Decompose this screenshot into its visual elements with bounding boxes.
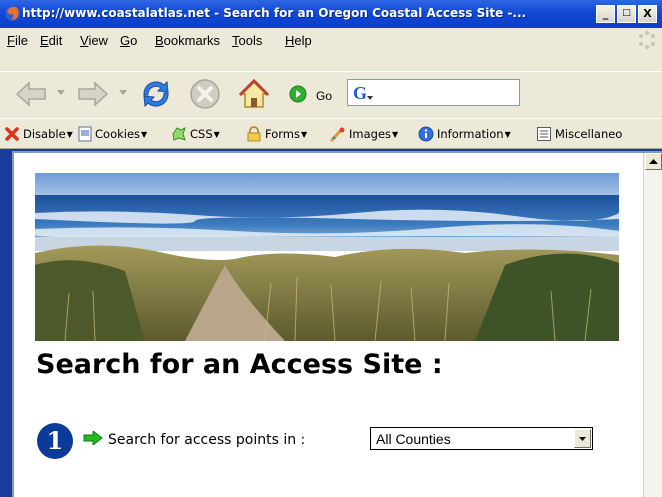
navigation-toolbar: Go G [0, 71, 662, 118]
county-select[interactable]: All Counties [370, 427, 593, 450]
chevron-down-icon [579, 437, 586, 441]
css-icon [172, 127, 186, 141]
minimize-button[interactable]: _ [596, 5, 615, 23]
misc-icon [537, 127, 551, 141]
scroll-up-button[interactable] [645, 153, 662, 170]
page-title: Search for an Access Site : [36, 349, 443, 380]
forward-dropdown-icon[interactable] [119, 90, 127, 96]
disable-menu[interactable]: Disable▼ [4, 126, 73, 144]
go-icon[interactable] [289, 85, 307, 103]
home-icon[interactable] [237, 77, 271, 111]
window-title: http://www.coastalatlas.net - Search for… [22, 6, 527, 20]
cookie-icon [78, 126, 92, 142]
scroll-up-arrow-icon [649, 159, 658, 164]
css-menu[interactable]: CSS▼ [171, 126, 220, 144]
images-icon [330, 127, 345, 142]
miscellaneous-menu[interactable]: Miscellaneo [536, 126, 622, 144]
go-label[interactable]: Go [316, 89, 332, 103]
reload-icon[interactable] [138, 77, 174, 111]
dropdown-button[interactable] [574, 429, 591, 448]
throbber-icon [639, 31, 655, 49]
lock-icon [247, 126, 261, 142]
menu-bar: File Edit View Go Bookmarks Tools Help [0, 28, 662, 71]
search-label: Search for access points in : [108, 432, 306, 448]
coastal-beach-photo [35, 173, 619, 341]
step-number-badge: 1 [37, 423, 73, 459]
developer-toolbar: Disable▼ Cookies▼ CSS▼ Forms▼ Images▼ In… [0, 118, 662, 149]
menu-go[interactable]: Go [120, 33, 137, 48]
google-search-input[interactable]: G [347, 79, 520, 106]
back-arrow-icon[interactable] [14, 79, 48, 109]
svg-text:G: G [353, 84, 367, 102]
menu-bookmarks[interactable]: Bookmarks [155, 33, 220, 48]
county-select-value: All Counties [376, 431, 451, 447]
back-dropdown-icon[interactable] [57, 90, 65, 96]
firefox-icon [5, 6, 20, 21]
menu-edit[interactable]: Edit [40, 33, 62, 48]
forms-menu[interactable]: Forms▼ [246, 126, 307, 144]
menu-tools[interactable]: Tools [232, 33, 262, 48]
vertical-scrollbar[interactable] [643, 153, 662, 497]
forward-arrow-icon[interactable] [76, 79, 110, 109]
menu-help[interactable]: Help [285, 33, 312, 48]
maximize-button[interactable]: □ [617, 5, 636, 23]
info-icon [418, 126, 434, 142]
no-icon [5, 127, 19, 141]
page-content: Search for an Access Site : 1 Search for… [12, 151, 662, 497]
window-titlebar[interactable]: http://www.coastalatlas.net - Search for… [0, 0, 662, 28]
green-arrow-icon [83, 431, 103, 445]
information-menu[interactable]: Information▼ [418, 126, 511, 144]
menu-file[interactable]: File [7, 33, 28, 48]
close-button[interactable]: X [638, 5, 657, 23]
menu-view[interactable]: View [80, 33, 108, 48]
images-menu[interactable]: Images▼ [330, 126, 398, 144]
cookies-menu[interactable]: Cookies▼ [78, 126, 147, 144]
google-icon: G [353, 84, 373, 102]
stop-icon[interactable] [188, 77, 222, 111]
